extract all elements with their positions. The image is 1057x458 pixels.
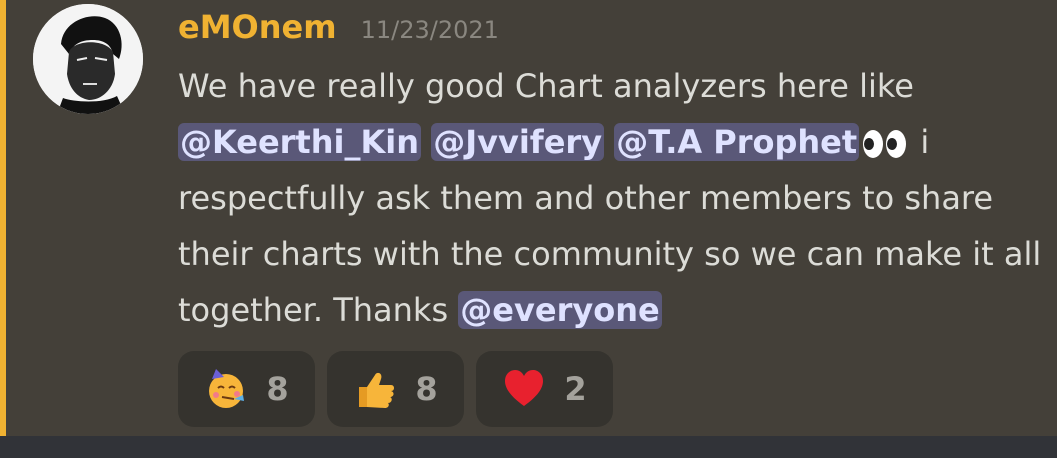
red-heart-icon xyxy=(505,370,544,406)
reactions-bar: 8 8 2 xyxy=(178,351,613,427)
message-header: eMOnem 11/23/2021 xyxy=(178,8,499,46)
mention-everyone[interactable]: @everyone xyxy=(458,291,662,329)
reaction-count: 8 xyxy=(415,370,438,408)
message-text: We have really good Chart analyzers here… xyxy=(178,67,914,105)
message-content: We have really good Chart analyzers here… xyxy=(178,58,1053,338)
party-face-icon xyxy=(209,369,245,408)
reaction-party[interactable]: 8 xyxy=(178,351,315,427)
mention-jvvifery[interactable]: @Jvvifery xyxy=(431,123,605,161)
avatar-portrait xyxy=(33,4,143,114)
eyes-icon xyxy=(863,130,907,158)
reaction-thumbs-up[interactable]: 8 xyxy=(327,351,464,427)
reaction-heart[interactable]: 2 xyxy=(476,351,613,427)
timestamp[interactable]: 11/23/2021 xyxy=(361,16,499,44)
mention-highlight-bar xyxy=(0,0,6,436)
reaction-count: 2 xyxy=(564,370,587,408)
mention-ta-prophet[interactable]: @T.A Prophet xyxy=(614,123,860,161)
bottom-divider xyxy=(0,436,1057,458)
mention-keerthi[interactable]: @Keerthi_Kin xyxy=(178,123,422,161)
avatar[interactable] xyxy=(33,4,143,114)
thumbs-up-icon xyxy=(359,372,395,408)
username[interactable]: eMOnem xyxy=(178,8,337,46)
reaction-count: 8 xyxy=(266,370,289,408)
